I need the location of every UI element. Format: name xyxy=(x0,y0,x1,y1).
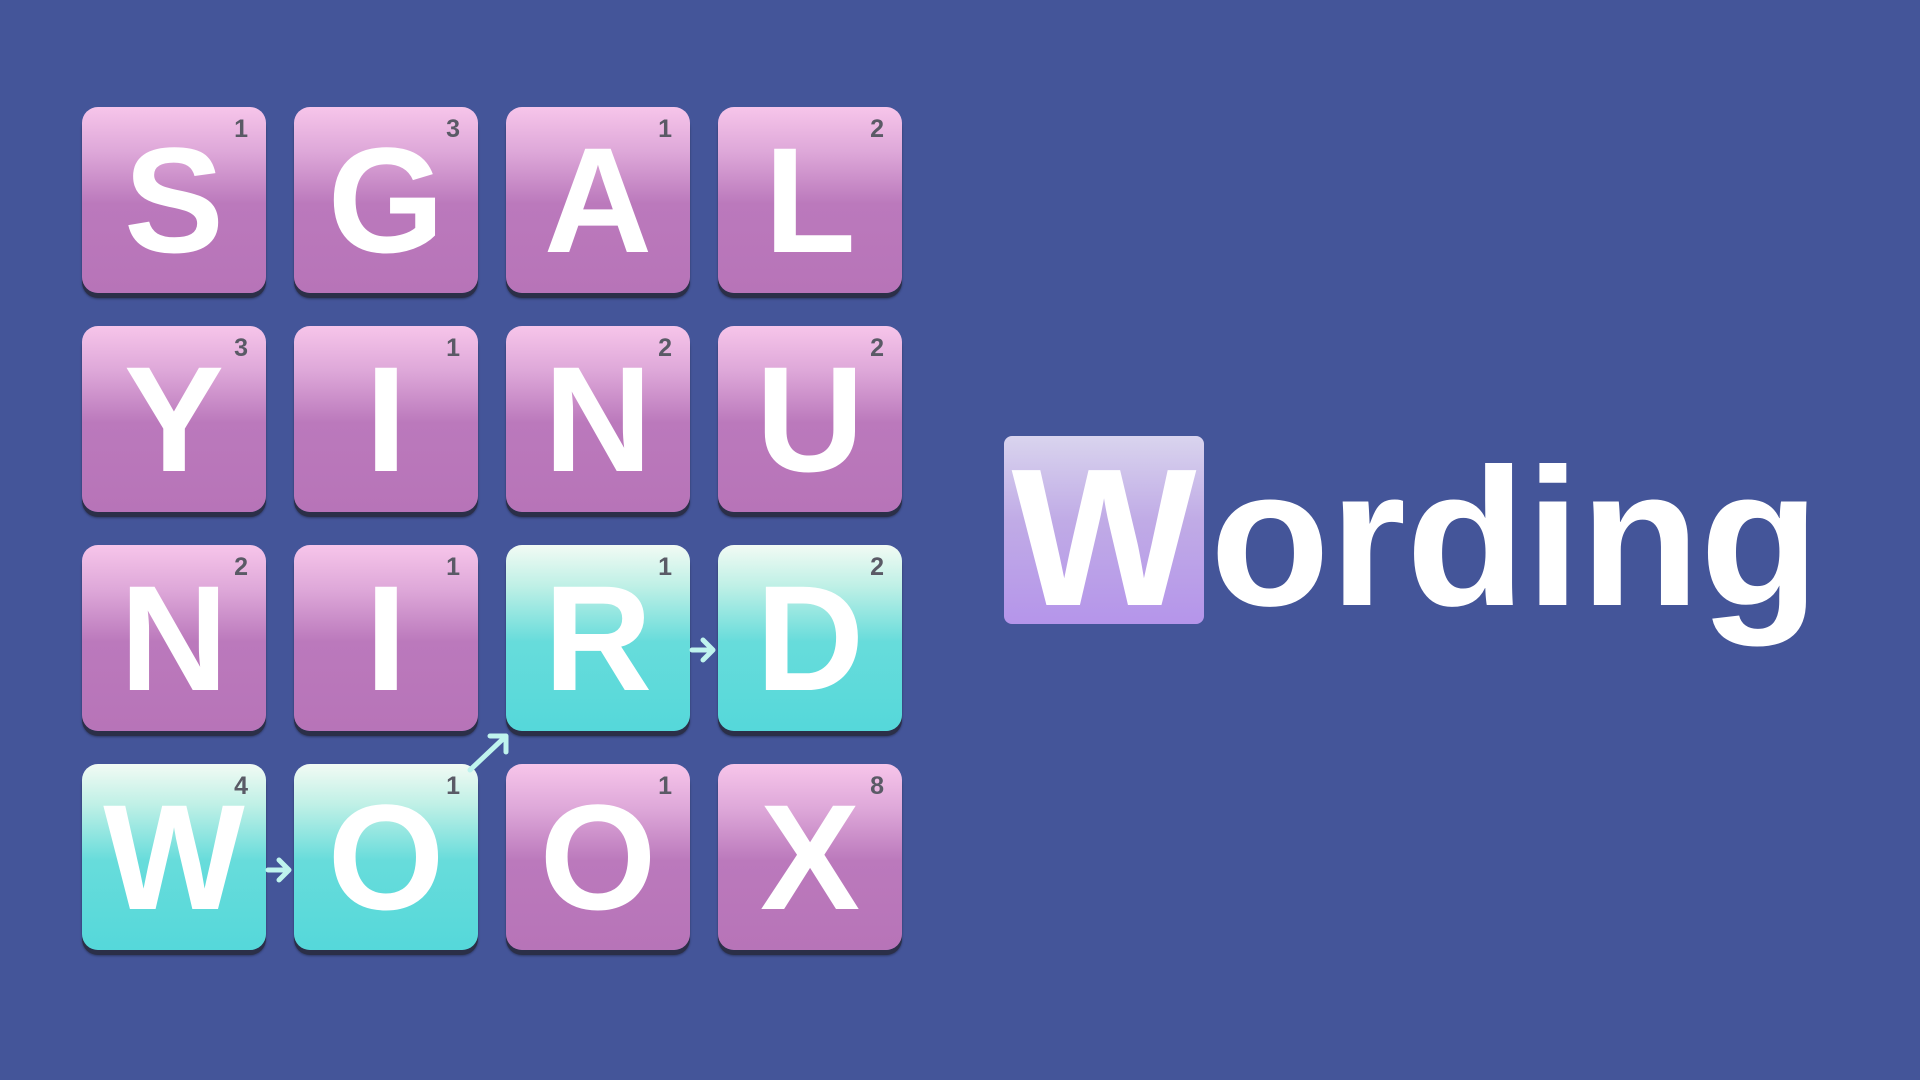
tile-letter: X xyxy=(759,773,861,941)
tile-r4-c2[interactable]: O 1 xyxy=(294,764,478,950)
tile-letter: W xyxy=(103,773,245,941)
tile-r3-c3[interactable]: R 1 xyxy=(506,545,690,731)
tile-r3-c4[interactable]: D 2 xyxy=(718,545,902,731)
tile-r3-c1[interactable]: N 2 xyxy=(82,545,266,731)
tile-letter: O xyxy=(327,773,445,941)
tile-score: 2 xyxy=(870,334,884,362)
tile-letter: U xyxy=(755,335,865,503)
tile-letter: L xyxy=(764,116,856,284)
tile-score: 3 xyxy=(446,115,460,143)
tile-letter: G xyxy=(327,116,445,284)
tile-score: 2 xyxy=(658,334,672,362)
tile-letter: R xyxy=(543,554,653,722)
game-screen: S 1 G 3 A 1 L 2 Y 3 I 1 N 2 U 2 N 2 I 1 … xyxy=(0,0,1920,1080)
tile-r2-c1[interactable]: Y 3 xyxy=(82,326,266,512)
tile-letter: A xyxy=(543,116,653,284)
tile-r2-c4[interactable]: U 2 xyxy=(718,326,902,512)
tile-score: 1 xyxy=(658,115,672,143)
tile-r2-c3[interactable]: N 2 xyxy=(506,326,690,512)
tile-score: 1 xyxy=(446,772,460,800)
tile-score: 3 xyxy=(234,334,248,362)
tile-r1-c3[interactable]: A 1 xyxy=(506,107,690,293)
tile-letter: N xyxy=(543,335,653,503)
tile-letter: N xyxy=(119,554,229,722)
tile-score: 2 xyxy=(870,115,884,143)
tile-letter: I xyxy=(365,554,407,722)
logo-letter-tile: W xyxy=(1004,428,1204,647)
logo-first-letter: W xyxy=(1011,428,1197,647)
tile-score: 1 xyxy=(234,115,248,143)
tile-score: 1 xyxy=(446,334,460,362)
tile-r4-c1[interactable]: W 4 xyxy=(82,764,266,950)
tile-letter: O xyxy=(539,773,657,941)
tile-r3-c2[interactable]: I 1 xyxy=(294,545,478,731)
tile-letter: Y xyxy=(123,335,225,503)
tile-letter: I xyxy=(365,335,407,503)
tile-r4-c4[interactable]: X 8 xyxy=(718,764,902,950)
tile-score: 1 xyxy=(658,772,672,800)
tile-r4-c3[interactable]: O 1 xyxy=(506,764,690,950)
letter-board: S 1 G 3 A 1 L 2 Y 3 I 1 N 2 U 2 N 2 I 1 … xyxy=(82,107,904,955)
tile-r1-c4[interactable]: L 2 xyxy=(718,107,902,293)
tile-letter: D xyxy=(755,554,865,722)
tile-r2-c2[interactable]: I 1 xyxy=(294,326,478,512)
tile-score: 2 xyxy=(234,553,248,581)
tile-score: 2 xyxy=(870,553,884,581)
tile-score: 4 xyxy=(234,772,248,800)
tile-score: 1 xyxy=(446,553,460,581)
game-logo: W ording xyxy=(1004,436,1824,656)
logo-text: ording xyxy=(1210,428,1820,647)
tile-r1-c1[interactable]: S 1 xyxy=(82,107,266,293)
tile-r1-c2[interactable]: G 3 xyxy=(294,107,478,293)
tile-score: 1 xyxy=(658,553,672,581)
tile-letter: S xyxy=(123,116,225,284)
tile-score: 8 xyxy=(870,772,884,800)
